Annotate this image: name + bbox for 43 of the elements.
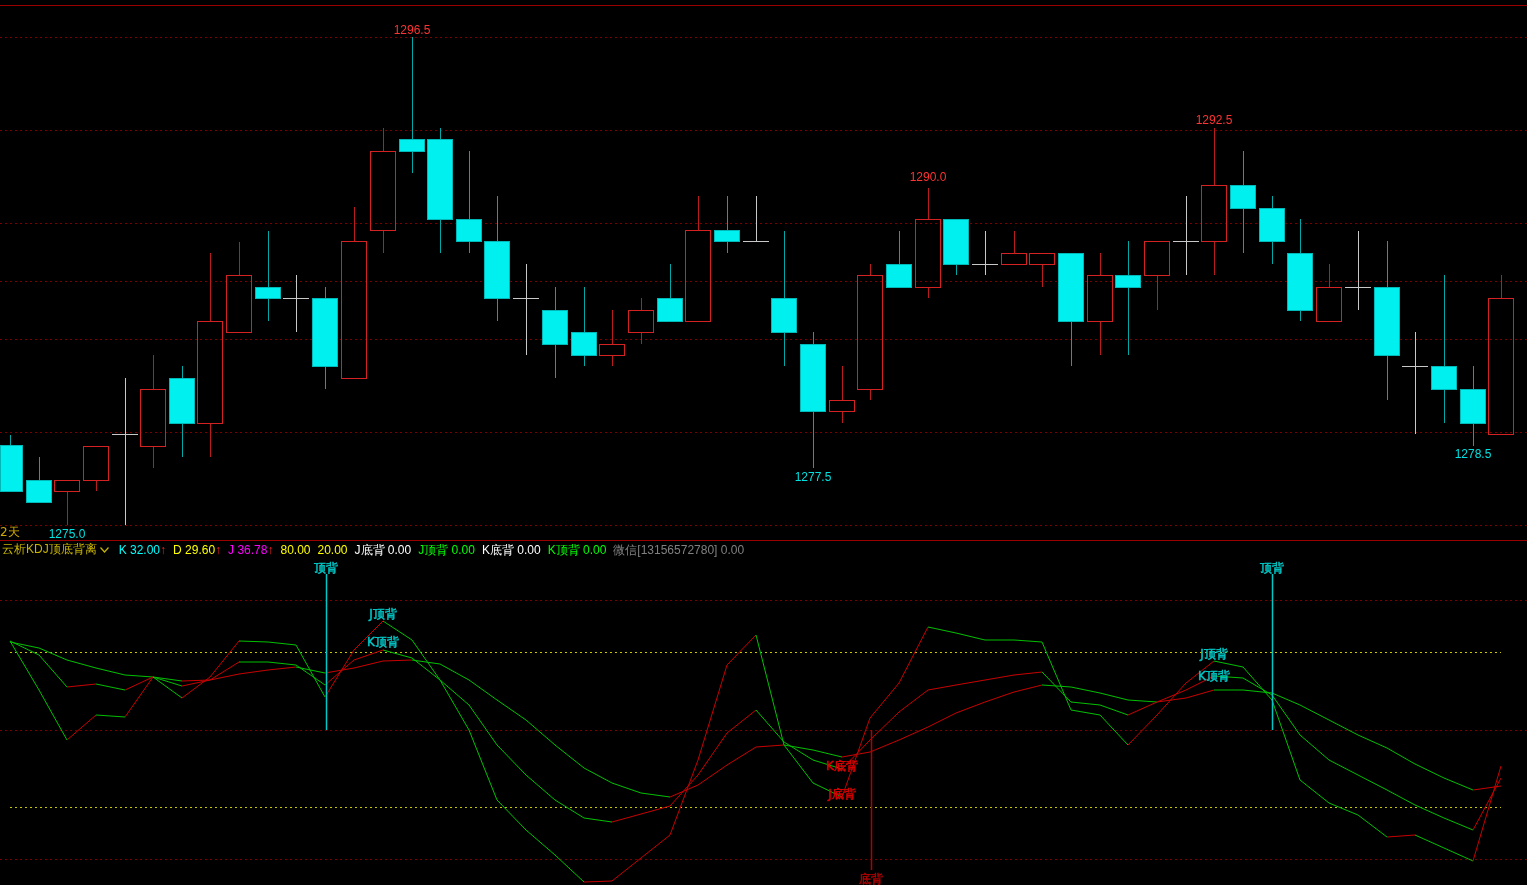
candlestick <box>657 263 683 322</box>
indicator-reading: J底背 0.00 <box>354 541 412 558</box>
indicator-reading: D 29.60↑ <box>173 541 222 558</box>
signal-label: J底背 <box>828 787 856 801</box>
candlestick <box>1029 253 1055 288</box>
candlestick <box>829 365 855 424</box>
signal-label: K顶背 <box>367 635 399 649</box>
signal-label: 底背 <box>859 872 883 885</box>
candlestick <box>1144 241 1170 311</box>
candlestick <box>1259 195 1285 265</box>
price-label: 1290.0 <box>909 170 947 184</box>
price-label: 1275.0 <box>48 527 86 540</box>
indicator-reading: K底背 0.00 <box>481 541 541 558</box>
candlestick <box>83 446 109 492</box>
candlestick <box>26 456 52 503</box>
indicator-reading: K顶背 0.00 <box>547 541 607 558</box>
signal-label: J顶背 <box>1200 647 1228 661</box>
price-label: 1296.5 <box>393 23 431 37</box>
candlestick <box>714 195 740 254</box>
indicator-reading: 20.00 <box>317 541 348 558</box>
candlestick <box>886 230 912 288</box>
indicator-dropdown[interactable]: 云析KDJ顶底背离 <box>2 541 109 558</box>
price-label: 1278.5 <box>1454 447 1492 461</box>
price-label: 1292.5 <box>1195 113 1233 127</box>
candlestick <box>628 297 654 345</box>
candlestick <box>1316 263 1342 322</box>
price-label: 1277.5 <box>794 470 832 484</box>
signal-label: 顶背 <box>314 561 338 575</box>
indicator-reading: K 32.00↑ <box>118 541 167 558</box>
candlestick <box>1001 230 1027 265</box>
candlestick <box>0 434 23 492</box>
candlestick <box>943 218 969 276</box>
chevron-down-icon <box>99 546 109 553</box>
signal-label: 顶背 <box>1260 561 1284 575</box>
signal-label: J顶背 <box>369 607 397 621</box>
indicator-reading: J 36.78↑ <box>228 541 274 558</box>
period-label: 2天 <box>0 525 20 539</box>
indicator-reading: 80.00 <box>280 541 311 558</box>
indicator-reading: 微信[13156572780] 0.00 <box>613 541 745 558</box>
indicator-reading: J顶背 0.00 <box>418 541 475 558</box>
candlestick <box>54 480 80 526</box>
candlestick <box>971 230 999 276</box>
candlestick <box>599 309 625 367</box>
